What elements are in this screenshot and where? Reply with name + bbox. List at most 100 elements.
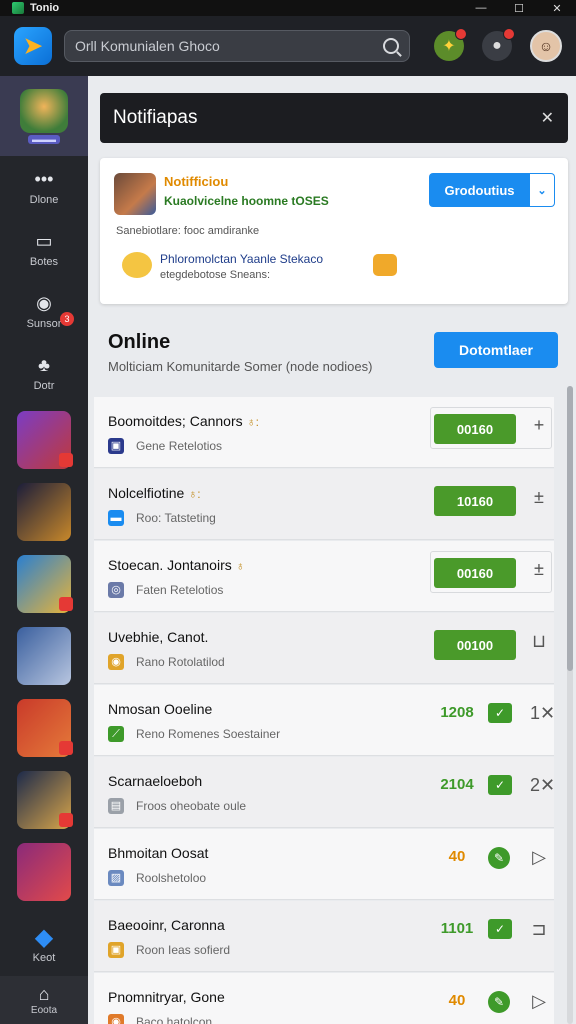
row-action-icon[interactable]: 2✕ xyxy=(530,775,554,796)
join-button[interactable]: 00160 xyxy=(434,558,516,588)
friend-row[interactable]: Bhmoitan Oosat ▨ Roolshetoloo 40 ✎ ▷ xyxy=(94,829,554,900)
sidebar-item-label: Eoota xyxy=(30,1005,58,1016)
friend-name-text: Scarnaeloeboh xyxy=(108,773,203,789)
minimize-icon[interactable]: — xyxy=(462,2,500,15)
friend-row[interactable]: Stoecan. Jontanoirs ♁ ◎ Faten Retelotios 001… xyxy=(94,541,554,612)
row-action-icon[interactable]: ▷ xyxy=(530,991,548,1012)
friend-request-icon[interactable]: ● xyxy=(482,28,515,61)
online-subtitle: Molticiam Komunitarde Somer (node nodioe… xyxy=(108,359,373,374)
friend-row[interactable]: Nmosan Ooeline ⟋ Reno Romenes Soestainer 12… xyxy=(94,685,554,756)
row-action-icon[interactable]: ± xyxy=(530,487,548,508)
check-icon[interactable]: ✓ xyxy=(488,703,512,723)
friend-status: Faten Retelotios xyxy=(136,583,224,597)
sidebar-item-dotr[interactable]: ♣ Dotr xyxy=(0,342,88,404)
close-icon[interactable]: ✕ xyxy=(538,2,576,15)
row-action-icon[interactable]: + xyxy=(530,415,548,436)
row-action-icon[interactable]: ± xyxy=(530,559,548,580)
sidebar-game-6[interactable] xyxy=(0,764,88,836)
friend-row[interactable]: Nolcelfiotine ♁: ▬ Roo: Tatsteting 10160 ± xyxy=(94,469,554,540)
friend-name: Pnomnitryar, Gone xyxy=(108,989,225,1005)
sidebar-game-4[interactable] xyxy=(0,620,88,692)
friend-name-text: Baeooinr, Caronna xyxy=(108,917,225,933)
sidebar-game-5[interactable] xyxy=(0,692,88,764)
maximize-icon[interactable]: ☐ xyxy=(500,2,538,15)
friend-score: 40 xyxy=(448,992,466,1009)
friend-name: Nmosan Ooeline xyxy=(108,701,212,717)
join-button[interactable]: 10160 xyxy=(434,486,516,516)
avatar[interactable]: ☺ xyxy=(530,30,562,62)
game-badge xyxy=(59,453,73,467)
friend-score: 1101 xyxy=(440,920,474,937)
notification-action-button[interactable]: Grodoutius ⌄ xyxy=(429,173,555,207)
game-thumbnail xyxy=(17,771,73,829)
friend-row[interactable]: Uvebhie, Canot. ◉ Rano Rotolatilod 00100 ⊔ xyxy=(94,613,554,684)
friend-name: Nolcelfiotine ♁: xyxy=(108,485,201,501)
friend-row[interactable]: Pnomnitryar, Gone ◉ Baco hatolcon 40 ✎ ▷ xyxy=(94,973,554,1024)
scrollbar[interactable] xyxy=(567,386,573,1024)
friend-row[interactable]: Baeooinr, Caronna ▣ Roon Ieas sofierd 1101 ✓… xyxy=(94,901,554,972)
emoji-icon xyxy=(122,252,152,278)
chevron-down-icon[interactable]: ⌄ xyxy=(530,174,554,206)
row-action-icon[interactable]: ▷ xyxy=(530,847,548,868)
notification-message-detail: etegdebotose Sneans: xyxy=(160,269,271,281)
online-title: Online xyxy=(108,331,171,353)
status-icon: ▣ xyxy=(108,438,124,454)
sidebar-game-2[interactable] xyxy=(0,476,88,548)
sidebar-item-dlone[interactable]: ••• Dlone xyxy=(0,156,88,218)
friend-status: Reno Romenes Soestainer xyxy=(136,727,281,741)
friend-row[interactable]: Scarnaeloeboh ▤ Froos oheobate oule 2104 ✓ 2✕ xyxy=(94,757,554,828)
game-thumbnail xyxy=(17,411,73,469)
sidebar-game-1[interactable] xyxy=(0,404,88,476)
friend-row[interactable]: Boomoitdes; Cannors ♁: ▣ Gene Retelotios 001… xyxy=(94,397,554,468)
game-marker-icon: ♁ xyxy=(235,559,245,573)
window-title-bar: Tonio — ☐ ✕ xyxy=(0,0,576,16)
sidebar-item-label: Botes xyxy=(29,255,59,268)
search-icon[interactable] xyxy=(383,38,399,54)
scrollbar-thumb[interactable] xyxy=(567,386,573,671)
check-icon[interactable]: ✎ xyxy=(488,991,510,1013)
close-icon[interactable]: ✕ xyxy=(541,108,554,128)
join-button[interactable]: 00160 xyxy=(434,414,516,444)
online-action-button[interactable]: Dotomtlaer xyxy=(434,332,558,368)
check-icon[interactable]: ✓ xyxy=(488,919,512,939)
sidebar-item-keot[interactable]: ◆ Keot xyxy=(0,912,88,974)
search-input[interactable]: Orll Komunialen Ghoco xyxy=(75,38,383,54)
sidebar-item-botes[interactable]: ▭ Botes xyxy=(0,218,88,280)
status-icon: ▤ xyxy=(108,798,124,814)
game-thumbnail xyxy=(114,173,156,215)
friend-name-text: Pnomnitryar, Gone xyxy=(108,989,225,1005)
friend-name-text: Boomoitdes; Cannors xyxy=(108,413,243,429)
row-action-icon[interactable]: ⊐ xyxy=(530,919,548,940)
friend-status: Roo: Tatsteting xyxy=(136,511,216,525)
sidebar-item-home[interactable]: ⌂ Eoota xyxy=(0,976,88,1024)
logo-icon[interactable]: ➤ xyxy=(14,27,52,65)
check-icon[interactable]: ✓ xyxy=(488,775,512,795)
friend-name-text: Stoecan. Jontanoirs xyxy=(108,557,232,573)
game-thumbnail xyxy=(17,483,71,541)
notification-card[interactable]: Notifficiou Kuaolvicelne hoomne tOSES Gr… xyxy=(100,158,568,304)
friend-request-badge xyxy=(503,28,515,40)
friend-score: 40 xyxy=(448,848,466,865)
mascot-icon xyxy=(20,88,68,133)
notification-message: Phloromolctan Yaanle Stekaco xyxy=(160,252,323,266)
game-thumbnail xyxy=(17,627,71,685)
sidebar-mascot[interactable]: ▬▬▬ xyxy=(0,76,88,156)
join-button[interactable]: 00100 xyxy=(434,630,516,660)
sidebar-game-7[interactable] xyxy=(0,836,88,908)
friend-name: Baeooinr, Caronna xyxy=(108,917,225,933)
check-icon[interactable]: ✎ xyxy=(488,847,510,869)
sidebar-game-3[interactable] xyxy=(0,548,88,620)
friend-name-text: Uvebhie, Canot. xyxy=(108,629,209,645)
gift-icon[interactable]: ✦ xyxy=(434,28,467,61)
sidebar-item-sunsor[interactable]: ◉ Sunsor 3 xyxy=(0,280,88,342)
search-bar[interactable]: Orll Komunialen Ghoco xyxy=(64,30,410,62)
row-action-icon[interactable]: ⊔ xyxy=(530,631,548,652)
friend-score: 1208 xyxy=(440,704,474,721)
game-thumbnail xyxy=(17,699,73,757)
row-action-icon[interactable]: 1✕ xyxy=(530,703,554,724)
status-icon: ▨ xyxy=(108,870,124,886)
game-marker-icon: ♁: xyxy=(188,487,201,501)
friend-status: Baco hatolcon xyxy=(136,1015,213,1024)
notifications-title: Notifiapas xyxy=(113,107,198,128)
status-icon: ▬ xyxy=(108,510,124,526)
